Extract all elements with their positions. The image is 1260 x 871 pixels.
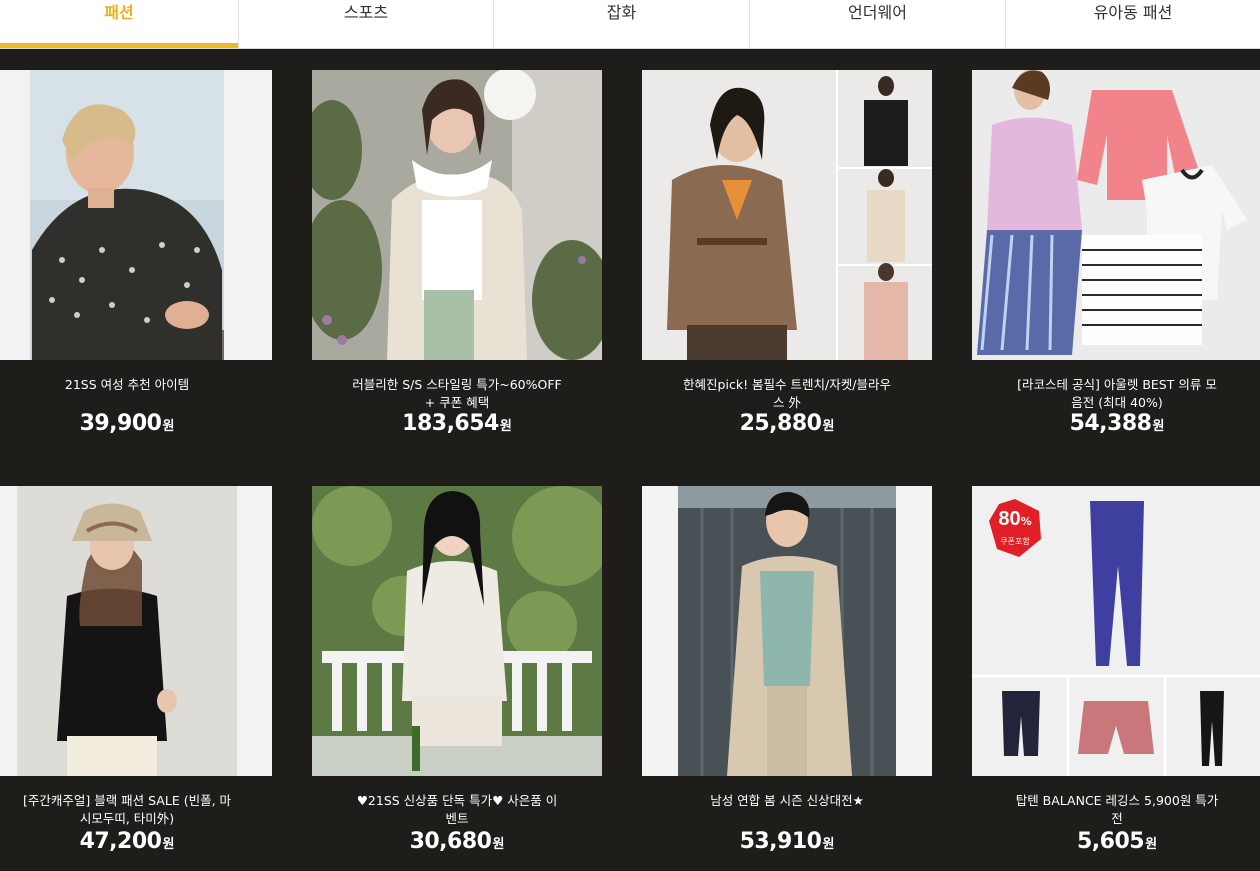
- product-image[interactable]: [642, 486, 932, 776]
- tab-sports[interactable]: 스포츠: [239, 0, 494, 48]
- product-price: 54,388원: [1069, 411, 1165, 436]
- product-image[interactable]: [0, 70, 272, 360]
- discount-badge: 80% 쿠폰포함: [989, 499, 1041, 557]
- product-title[interactable]: 러블리한 S/S 스타일링 특가~60%OFF + 쿠폰 혜택: [312, 376, 602, 412]
- product-card[interactable]: 남성 연합 봄 시즌 신상대전★ 53,910원: [642, 486, 932, 866]
- product-image[interactable]: [312, 70, 602, 360]
- product-card[interactable]: 러블리한 S/S 스타일링 특가~60%OFF + 쿠폰 혜택 183,654원: [312, 70, 602, 450]
- product-price: 39,900원: [79, 411, 175, 436]
- product-title[interactable]: [라코스테 공식] 아울렛 BEST 의류 모음전 (최대 40%): [972, 376, 1260, 412]
- product-title[interactable]: ♥21SS 신상품 단독 특가♥ 사은품 이벤트: [312, 792, 602, 828]
- product-image[interactable]: [642, 70, 932, 360]
- tab-kids-fashion[interactable]: 유아동 패션: [1006, 0, 1260, 48]
- product-card[interactable]: ♥21SS 신상품 단독 특가♥ 사은품 이벤트 30,680원: [312, 486, 602, 866]
- product-price: 47,200원: [79, 829, 175, 854]
- product-image[interactable]: [0, 486, 272, 776]
- product-card[interactable]: [주간캐주얼] 블랙 패션 SALE (빈폴, 마시모두띠, 타미外) 47,2…: [0, 486, 272, 866]
- category-tabs: 패션 스포츠 잡화 언더웨어 유아동 패션: [0, 0, 1260, 49]
- tab-underwear[interactable]: 언더웨어: [750, 0, 1006, 48]
- product-card[interactable]: 한혜진pick! 봄필수 트렌치/자켓/블라우스 外 25,880원: [642, 70, 932, 450]
- product-price: 30,680원: [409, 829, 505, 854]
- product-price: 25,880원: [739, 411, 835, 436]
- product-price: 5,605원: [1076, 829, 1158, 854]
- product-image[interactable]: [972, 70, 1260, 360]
- product-title[interactable]: 한혜진pick! 봄필수 트렌치/자켓/블라우스 外: [642, 376, 932, 412]
- product-price: 53,910원: [739, 829, 835, 854]
- product-title[interactable]: 남성 연합 봄 시즌 신상대전★: [642, 792, 932, 810]
- tab-accessories[interactable]: 잡화: [494, 0, 750, 48]
- product-image[interactable]: [312, 486, 602, 776]
- product-title[interactable]: [주간캐주얼] 블랙 패션 SALE (빈폴, 마시모두띠, 타미外): [0, 792, 272, 828]
- product-card[interactable]: 21SS 여성 추천 아이템 39,900원: [0, 70, 272, 450]
- product-title[interactable]: 21SS 여성 추천 아이템: [0, 376, 272, 394]
- tab-fashion[interactable]: 패션: [0, 0, 239, 48]
- product-card[interactable]: 80% 쿠폰포함 탑텐 BALANCE 레깅스 5,900원 특가전 5,605…: [972, 486, 1260, 866]
- product-title[interactable]: 탑텐 BALANCE 레깅스 5,900원 특가전: [972, 792, 1260, 828]
- product-price: 183,654원: [402, 411, 512, 436]
- product-card[interactable]: [라코스테 공식] 아울렛 BEST 의류 모음전 (최대 40%) 54,38…: [972, 70, 1260, 450]
